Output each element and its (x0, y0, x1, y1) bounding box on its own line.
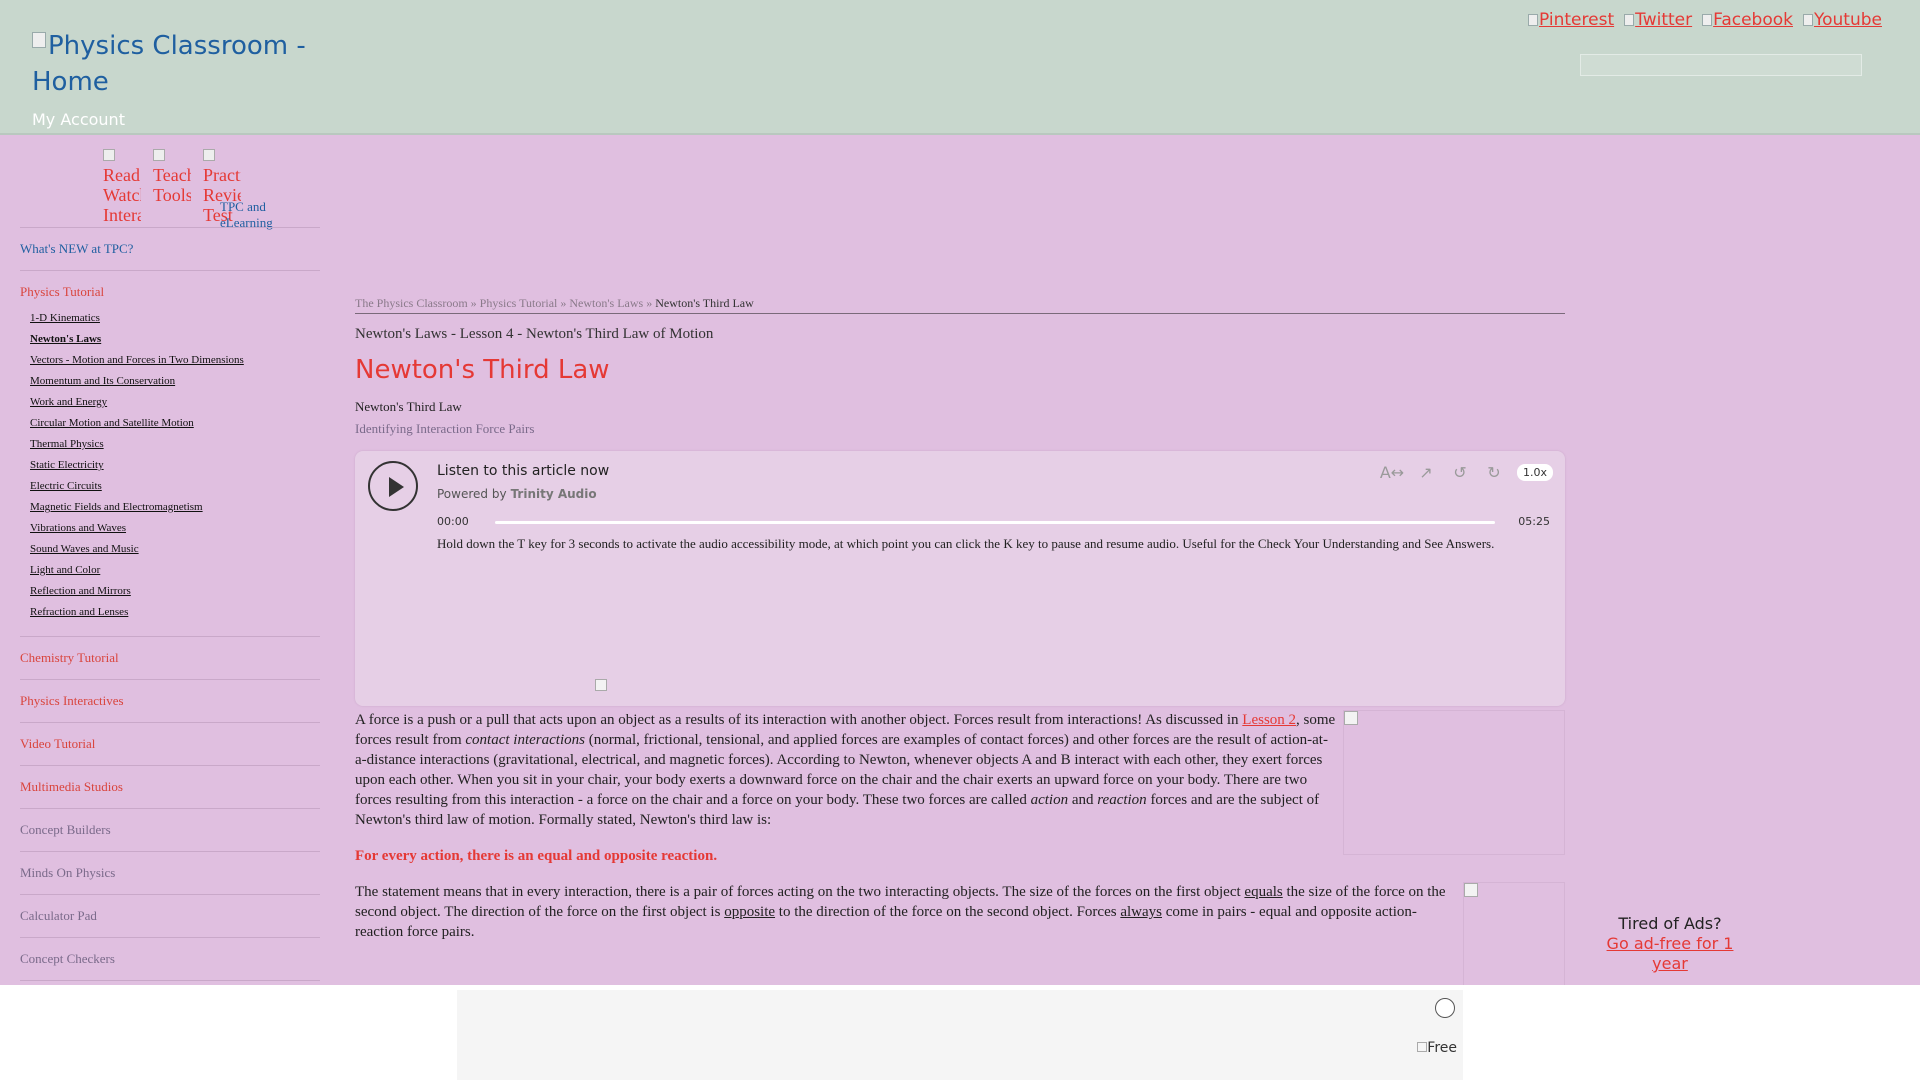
site-header: Physics Classroom - Home My Account Pint… (0, 0, 1920, 135)
search-input[interactable] (1580, 54, 1862, 76)
sidebar-subitem[interactable]: Magnetic Fields and Electromagnetism (30, 497, 320, 518)
trinity-audio-brand[interactable]: Trinity Audio (511, 487, 597, 501)
broken-image-icon (1464, 883, 1478, 897)
social-links: Pinterest Twitter Facebook Youtube (1528, 10, 1882, 30)
article-paragraph: The statement means that in every intera… (355, 882, 1565, 997)
site-logo-link[interactable]: Physics Classroom - Home (32, 28, 332, 100)
sidebar-subitem[interactable]: Vectors - Motion and Forces in Two Dimen… (30, 350, 320, 371)
main-content: The Physics Classroom » Physics Tutorial… (355, 296, 1565, 997)
breadcrumb-separator: » (646, 296, 653, 310)
sidebar-subitem[interactable]: Refraction and Lenses (30, 602, 320, 623)
subnav-item-interaction-pairs[interactable]: Identifying Interaction Force Pairs (355, 421, 1565, 437)
sidebar-subitem[interactable]: Momentum and Its Conservation (30, 371, 320, 392)
broken-image-icon (153, 149, 165, 161)
share-icon[interactable]: ↗ (1415, 461, 1437, 483)
breadcrumb-link-home[interactable]: The Physics Classroom (355, 296, 468, 310)
physics-tutorial-submenu: 1-D Kinematics Newton's Laws Vectors - Mot… (20, 308, 320, 623)
breadcrumb-link-newtons-laws[interactable]: Newton's Laws (569, 296, 643, 310)
rewind-icon[interactable]: ↺ (1449, 461, 1471, 483)
playback-speed-button[interactable]: 1.0x (1516, 463, 1553, 481)
quick-icons: Read Watch Interact Teacher Tools Practi… (103, 145, 273, 230)
sidebar-section-item[interactable]: Video Tutorial (20, 722, 320, 765)
my-account-link[interactable]: My Account (32, 110, 125, 129)
facebook-link[interactable]: Facebook (1702, 10, 1793, 30)
sidebar-subitem[interactable]: Circular Motion and Satellite Motion (30, 413, 320, 434)
breadcrumb-current: Newton's Third Law (655, 296, 754, 310)
broken-image-icon (103, 149, 115, 161)
broken-image-icon (32, 32, 46, 48)
page-title: Newton's Third Law (355, 355, 610, 385)
sidebar-subitem[interactable]: Thermal Physics (30, 434, 320, 455)
sidebar-item-whats-new[interactable]: What's NEW at TPC? (20, 227, 320, 270)
lesson-subnav: Newton's Third Law Identifying Interacti… (355, 399, 1565, 437)
sidebar-subitem[interactable]: Static Electricity (30, 455, 320, 476)
close-ad-icon[interactable] (1435, 998, 1455, 1018)
sidebar-subitem[interactable]: Newton's Laws (30, 329, 320, 350)
sidebar-subitem[interactable]: Light and Color (30, 560, 320, 581)
lesson-line: Newton's Laws - Lesson 4 - Newton's Thir… (355, 326, 714, 342)
subnav-item-newtons-third-law[interactable]: Newton's Third Law (355, 399, 1565, 415)
time-elapsed: 00:00 (437, 515, 469, 528)
article-figure (1343, 710, 1565, 855)
ad-slot[interactable]: Free (457, 990, 1463, 1080)
sidebar-section-item[interactable]: Concept Checkers (20, 937, 320, 980)
facebook-icon (1702, 14, 1713, 26)
broken-image-icon (1344, 711, 1358, 725)
accessibility-hint: Hold down the T key for 3 seconds to act… (437, 536, 1495, 551)
lesson-2-link[interactable]: Lesson 2 (1242, 712, 1296, 728)
ad-free-link[interactable]: Go ad-free for 1 year (1590, 934, 1750, 974)
youtube-link[interactable]: Youtube (1803, 10, 1882, 30)
sidebar-section-item[interactable]: Physics Interactives (20, 679, 320, 722)
article-paragraph: A force is a push or a pull that acts up… (355, 710, 1565, 855)
breadcrumb-separator: » (470, 296, 477, 310)
sidebar-section-physics-tutorial: Physics Tutorial 1-D Kinematics Newton's … (20, 270, 320, 636)
sidebar-subitem[interactable]: Electric Circuits (30, 476, 320, 497)
sidebar-subitem[interactable]: Reflection and Mirrors (30, 581, 320, 602)
promo-text: Tired of Ads? (1618, 914, 1722, 933)
twitter-link[interactable]: Twitter (1624, 10, 1692, 30)
translate-icon[interactable]: A↔ (1380, 461, 1404, 483)
twitter-icon (1624, 14, 1635, 26)
powered-by: Powered by Trinity Audio (437, 487, 597, 501)
sidebar-subitem[interactable]: Work and Energy (30, 392, 320, 413)
broken-image-icon (595, 679, 607, 691)
read-watch-interact-link[interactable]: Read Watch Interact (103, 145, 141, 225)
sidebar-section-item[interactable]: Concept Builders (20, 808, 320, 851)
sidebar-menu: What's NEW at TPC? Physics Tutorial 1-D … (20, 227, 320, 1023)
progress-track[interactable] (495, 521, 1495, 524)
audio-player: Listen to this article now Powered by Tri… (355, 451, 1565, 706)
breadcrumb-link-physics-tutorial[interactable]: Physics Tutorial (480, 296, 558, 310)
teacher-tools-link[interactable]: Teacher Tools (153, 145, 191, 205)
article-figure (1463, 882, 1565, 997)
sidebar-section-item[interactable]: Calculator Pad (20, 894, 320, 937)
youtube-icon (1803, 14, 1813, 26)
article-body: A force is a push or a pull that acts up… (355, 710, 1565, 997)
sidebar-subitem[interactable]: Vibrations and Waves (30, 518, 320, 539)
broken-image-icon (203, 149, 215, 161)
breadcrumb-separator: » (560, 296, 567, 310)
sidebar-subitem[interactable]: 1-D Kinematics (30, 308, 320, 329)
player-title: Listen to this article now (437, 463, 610, 479)
sidebar-subitem[interactable]: Sound Waves and Music (30, 539, 320, 560)
play-button[interactable] (368, 461, 418, 511)
time-total: 05:25 (1518, 515, 1550, 528)
broken-image-icon (1417, 1042, 1428, 1052)
sidebar-section-item[interactable]: Multimedia Studios (20, 765, 320, 808)
sidebar-section-item[interactable]: Chemistry Tutorial (20, 636, 320, 679)
forward-icon[interactable]: ↻ (1483, 461, 1505, 483)
pinterest-link[interactable]: Pinterest (1528, 10, 1614, 30)
sidebar-item-physics-tutorial[interactable]: Physics Tutorial (20, 284, 104, 299)
ad-image: Free (1417, 1040, 1457, 1056)
sidebar-section-item[interactable]: Minds On Physics (20, 851, 320, 894)
player-controls: A↔ ↗ ↺ ↻ 1.0x (1380, 461, 1553, 483)
ad-free-promo: Tired of Ads? Go ad-free for 1 year (1590, 914, 1750, 974)
pinterest-icon (1528, 14, 1539, 26)
breadcrumb: The Physics Classroom » Physics Tutorial… (355, 296, 1565, 314)
bottom-ad-bar: Free (0, 985, 1920, 1080)
logo-alt-text: Physics Classroom - Home (32, 31, 306, 97)
